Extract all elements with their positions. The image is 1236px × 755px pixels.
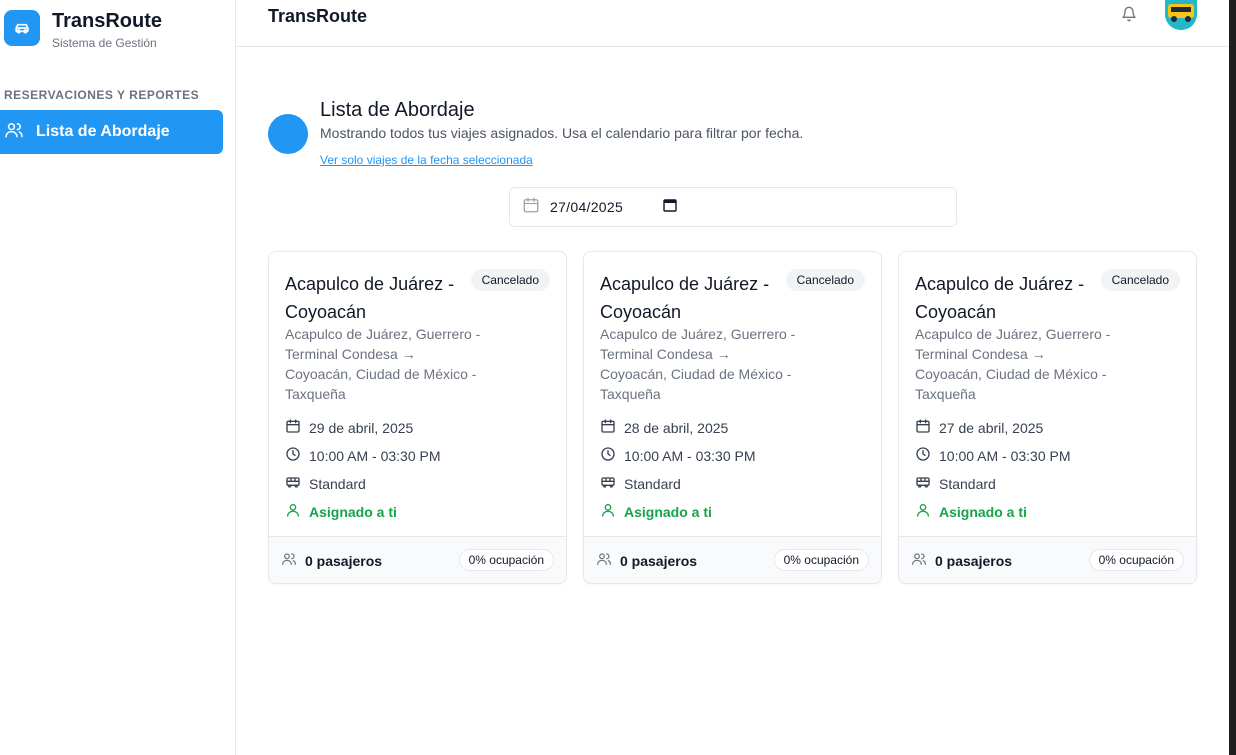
header-icon-circle — [268, 114, 308, 154]
page-title: Lista de Abordaje — [320, 99, 475, 121]
user-icon — [285, 502, 309, 521]
trip-vehicle: Standard — [939, 475, 996, 492]
page-description: Mostrando todos tus viajes asignados. Us… — [320, 125, 804, 141]
date-value: 27/04/2025 — [550, 199, 624, 215]
trip-route: Acapulco de Juárez, Guerrero - Terminal … — [600, 326, 796, 402]
trip-route: Acapulco de Juárez, Guerrero - Terminal … — [915, 326, 1111, 402]
trip-card[interactable]: Acapulco de Juárez - Coyoacán Cancelado … — [898, 251, 1197, 584]
trip-card[interactable]: Acapulco de Juárez - Coyoacán Cancelado … — [268, 251, 567, 584]
calendar-icon — [600, 418, 624, 437]
topbar: TransRoute — [236, 0, 1229, 47]
trip-vehicle: Standard — [309, 475, 366, 492]
sidebar-section-label: RESERVACIONES Y REPORTES — [4, 88, 200, 102]
sidebar: TransRoute Sistema de Gestión RESERVACIO… — [0, 0, 236, 755]
trip-vehicle-row: Standard — [915, 474, 996, 493]
filter-by-date-link[interactable]: Ver solo viajes de la fecha seleccionada — [320, 153, 533, 167]
passenger-count: 0 pasajeros — [281, 551, 382, 570]
trip-time: 10:00 AM - 03:30 PM — [624, 447, 756, 464]
trip-time: 10:00 AM - 03:30 PM — [309, 447, 441, 464]
card-footer: 0 pasajeros 0% ocupación — [899, 536, 1196, 583]
trip-date: 27 de abril, 2025 — [939, 419, 1044, 436]
user-icon — [600, 502, 624, 521]
status-badge: Cancelado — [1100, 269, 1180, 291]
bus-icon — [600, 474, 624, 493]
trip-assigned-row: Asignado a ti — [285, 502, 397, 521]
calendar-icon — [915, 418, 939, 437]
brand-subtitle: Sistema de Gestión — [52, 36, 157, 50]
card-footer: 0 pasajeros 0% ocupación — [269, 536, 566, 583]
user-icon — [915, 502, 939, 521]
brand-title: TransRoute — [52, 10, 163, 32]
date-picker-icon[interactable] — [663, 198, 677, 217]
trip-time-row: 10:00 AM - 03:30 PM — [915, 446, 1071, 465]
trip-date: 29 de abril, 2025 — [309, 419, 414, 436]
trip-vehicle-row: Standard — [600, 474, 681, 493]
card-footer: 0 pasajeros 0% ocupación — [584, 536, 881, 583]
occupancy-badge: 0% ocupación — [1088, 549, 1184, 571]
trip-time-row: 10:00 AM - 03:30 PM — [600, 446, 756, 465]
trip-title: Acapulco de Juárez - Coyoacán — [600, 274, 770, 322]
occupancy-badge: 0% ocupación — [458, 549, 554, 571]
trip-assigned: Asignado a ti — [309, 503, 397, 520]
trip-assigned-row: Asignado a ti — [600, 502, 712, 521]
topbar-title: TransRoute — [268, 6, 368, 26]
occupancy-badge: 0% ocupación — [773, 549, 869, 571]
bell-icon[interactable] — [1121, 6, 1137, 22]
date-filter-input[interactable]: 27/04/2025 — [509, 187, 957, 227]
trip-vehicle-row: Standard — [285, 474, 366, 493]
users-icon — [911, 551, 935, 570]
users-icon — [596, 551, 620, 570]
car-icon — [4, 10, 40, 46]
users-icon — [281, 551, 305, 570]
trip-time-row: 10:00 AM - 03:30 PM — [285, 446, 441, 465]
calendar-icon — [522, 196, 540, 219]
status-badge: Cancelado — [470, 269, 550, 291]
trip-date-row: 29 de abril, 2025 — [285, 418, 413, 437]
clock-icon — [915, 446, 939, 465]
trip-assigned: Asignado a ti — [624, 503, 712, 520]
calendar-icon — [285, 418, 309, 437]
status-badge: Cancelado — [785, 269, 865, 291]
bus-icon — [915, 474, 939, 493]
trip-date-row: 27 de abril, 2025 — [915, 418, 1043, 437]
clock-icon — [285, 446, 309, 465]
trip-date-row: 28 de abril, 2025 — [600, 418, 728, 437]
passengers-label: 0 pasajeros — [620, 552, 698, 569]
passengers-label: 0 pasajeros — [305, 552, 383, 569]
trip-title: Acapulco de Juárez - Coyoacán — [285, 274, 455, 322]
avatar[interactable] — [1165, 0, 1197, 30]
trip-title: Acapulco de Juárez - Coyoacán — [915, 274, 1085, 322]
trip-card[interactable]: Acapulco de Juárez - Coyoacán Cancelado … — [583, 251, 882, 584]
trip-assigned-row: Asignado a ti — [915, 502, 1027, 521]
passengers-label: 0 pasajeros — [935, 552, 1013, 569]
trip-time: 10:00 AM - 03:30 PM — [939, 447, 1071, 464]
brand: TransRoute Sistema de Gestión — [4, 10, 162, 50]
trip-vehicle: Standard — [624, 475, 681, 492]
passenger-count: 0 pasajeros — [596, 551, 697, 570]
window-edge — [1229, 0, 1236, 755]
trip-date: 28 de abril, 2025 — [624, 419, 729, 436]
bus-icon — [285, 474, 309, 493]
trip-assigned: Asignado a ti — [939, 503, 1027, 520]
users-icon — [4, 120, 24, 145]
sidebar-item-lista-de-abordaje[interactable]: Lista de Abordaje — [0, 110, 223, 154]
passenger-count: 0 pasajeros — [911, 551, 1012, 570]
sidebar-item-label: Lista de Abordaje — [36, 123, 170, 140]
clock-icon — [600, 446, 624, 465]
trip-route: Acapulco de Juárez, Guerrero - Terminal … — [285, 326, 481, 402]
